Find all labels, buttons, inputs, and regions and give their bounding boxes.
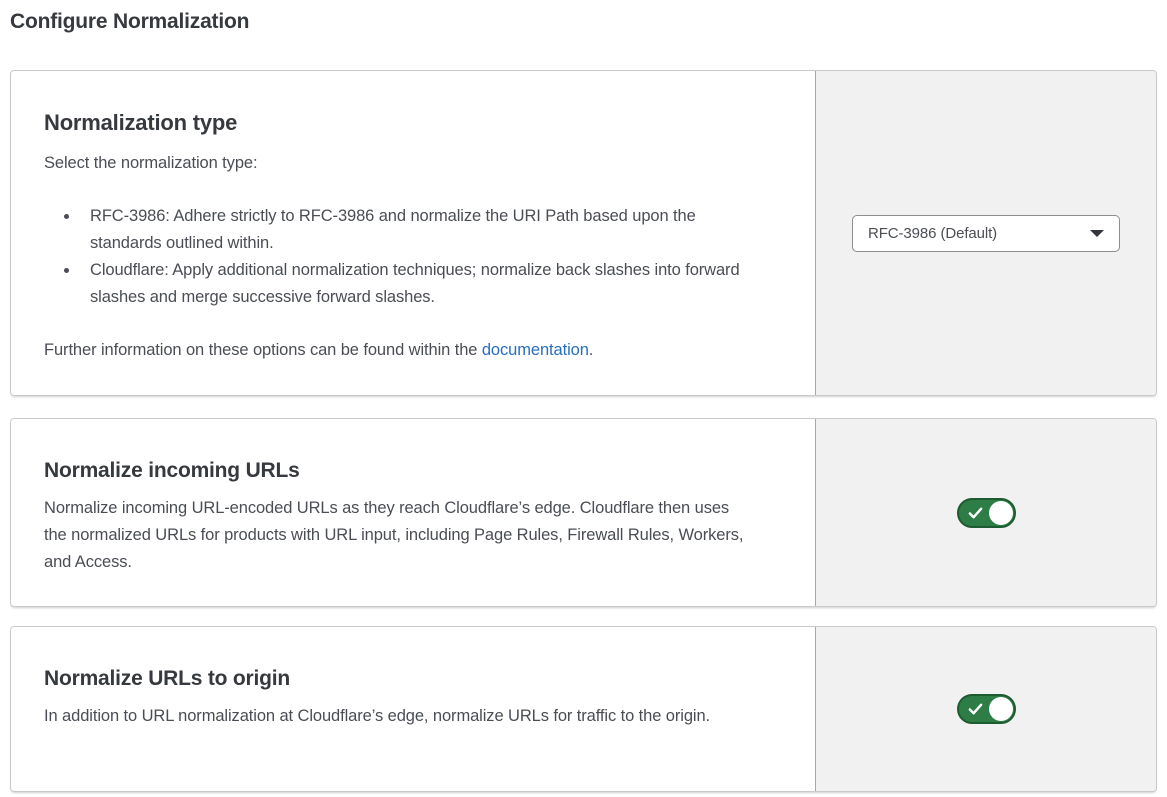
check-icon [968,702,983,716]
normalize-incoming-urls-content: Normalize incoming URLs Normalize incomi… [11,419,815,606]
footer-text-prefix: Further information on these options can… [44,341,482,359]
normalization-type-options-list: RFC-3986: Adhere strictly to RFC-3986 an… [44,203,763,311]
normalization-type-select[interactable]: RFC-3986 (Default) [852,215,1120,252]
toggle-knob [989,697,1013,721]
normalize-incoming-urls-description: Normalize incoming URL-encoded URLs as t… [44,495,744,576]
normalize-incoming-urls-heading: Normalize incoming URLs [44,457,763,485]
normalization-type-content: Normalization type Select the normalizat… [11,71,815,395]
check-icon [968,506,983,520]
card-normalize-urls-to-origin: Normalize URLs to origin In addition to … [10,626,1157,792]
card-normalize-incoming-urls: Normalize incoming URLs Normalize incomi… [10,418,1157,607]
documentation-link[interactable]: documentation [482,341,589,359]
normalization-type-intro: Select the normalization type: [44,150,763,177]
normalize-urls-to-origin-content: Normalize URLs to origin In addition to … [11,627,815,791]
card-normalization-type: Normalization type Select the normalizat… [10,70,1157,396]
page-title: Configure Normalization [10,10,1157,34]
normalization-type-heading: Normalization type [44,109,763,137]
footer-text-suffix: . [589,341,593,359]
normalization-type-footer: Further information on these options can… [44,337,744,364]
normalization-type-selected-value: RFC-3986 (Default) [868,225,997,242]
normalize-incoming-urls-control-panel [815,419,1156,606]
chevron-down-icon [1090,230,1104,237]
normalize-urls-to-origin-toggle[interactable] [957,694,1016,724]
normalize-incoming-urls-toggle[interactable] [957,498,1016,528]
normalization-type-control-panel: RFC-3986 (Default) [815,71,1156,395]
normalize-urls-to-origin-heading: Normalize URLs to origin [44,665,763,693]
list-item-cloudflare: Cloudflare: Apply additional normalizati… [80,257,752,311]
normalize-urls-to-origin-description: In addition to URL normalization at Clou… [44,703,744,730]
toggle-knob [989,501,1013,525]
normalize-urls-to-origin-control-panel [815,627,1156,791]
list-item-rfc3986: RFC-3986: Adhere strictly to RFC-3986 an… [80,203,752,257]
